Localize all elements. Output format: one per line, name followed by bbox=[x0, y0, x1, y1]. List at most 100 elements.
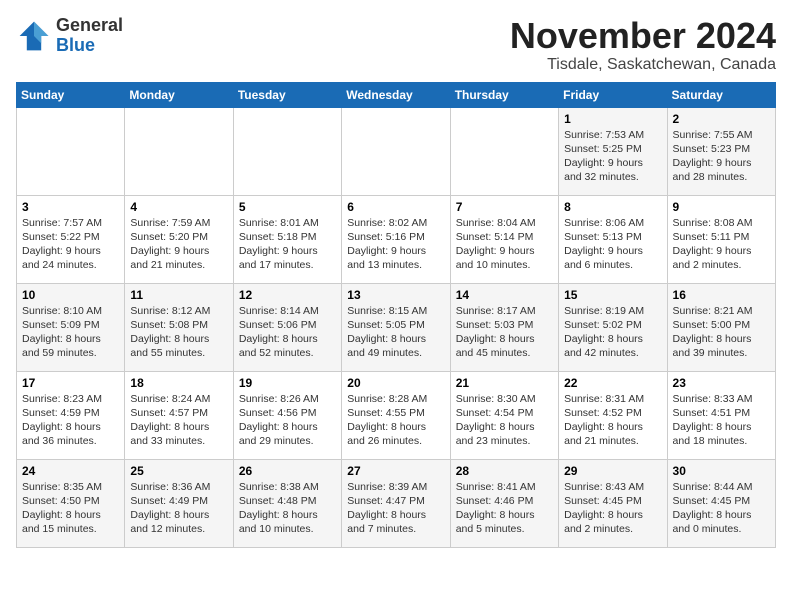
day-info: Sunrise: 8:33 AMSunset: 4:51 PMDaylight:… bbox=[673, 392, 770, 449]
calendar-cell: 29 Sunrise: 8:43 AMSunset: 4:45 PMDayligh… bbox=[559, 459, 667, 547]
calendar-cell: 16Sunrise: 8:21 AMSunset: 5:00 PMDayligh… bbox=[667, 283, 775, 371]
day-number: 21 bbox=[456, 376, 553, 390]
day-number: 10 bbox=[22, 288, 119, 302]
day-number: 7 bbox=[456, 200, 553, 214]
calendar-cell: 14 Sunrise: 8:17 AMSunset: 5:03 PMDayligh… bbox=[450, 283, 558, 371]
day-info: Sunrise: 8:14 AMSunset: 5:06 PMDaylight:… bbox=[239, 304, 336, 361]
calendar-cell: 22 Sunrise: 8:31 AMSunset: 4:52 PMDayligh… bbox=[559, 371, 667, 459]
day-number: 13 bbox=[347, 288, 444, 302]
day-info: Sunrise: 8:35 AMSunset: 4:50 PMDaylight:… bbox=[22, 480, 119, 537]
day-number: 22 bbox=[564, 376, 661, 390]
day-info: Sunrise: 8:38 AMSunset: 4:48 PMDaylight:… bbox=[239, 480, 336, 537]
day-info: Sunrise: 8:30 AMSunset: 4:54 PMDaylight:… bbox=[456, 392, 553, 449]
day-info: Sunrise: 8:15 AMSunset: 5:05 PMDaylight:… bbox=[347, 304, 444, 361]
day-info: Sunrise: 8:28 AMSunset: 4:55 PMDaylight:… bbox=[347, 392, 444, 449]
day-number: 29 bbox=[564, 464, 661, 478]
logo: General Blue bbox=[16, 16, 123, 56]
calendar-cell: 10 Sunrise: 8:10 AMSunset: 5:09 PMDayligh… bbox=[17, 283, 125, 371]
day-number: 6 bbox=[347, 200, 444, 214]
day-number: 19 bbox=[239, 376, 336, 390]
header-day-friday: Friday bbox=[559, 82, 667, 107]
logo-icon bbox=[16, 18, 52, 54]
day-number: 12 bbox=[239, 288, 336, 302]
header-row: SundayMondayTuesdayWednesdayThursdayFrid… bbox=[17, 82, 776, 107]
calendar-cell: 21 Sunrise: 8:30 AMSunset: 4:54 PMDayligh… bbox=[450, 371, 558, 459]
week-row-4: 24Sunrise: 8:35 AMSunset: 4:50 PMDayligh… bbox=[17, 459, 776, 547]
header-day-saturday: Saturday bbox=[667, 82, 775, 107]
calendar-cell: 3Sunrise: 7:57 AMSunset: 5:22 PMDaylight… bbox=[17, 195, 125, 283]
calendar-cell: 15 Sunrise: 8:19 AMSunset: 5:02 PMDayligh… bbox=[559, 283, 667, 371]
calendar-cell: 26 Sunrise: 8:38 AMSunset: 4:48 PMDayligh… bbox=[233, 459, 341, 547]
day-info: Sunrise: 8:12 AMSunset: 5:08 PMDaylight:… bbox=[130, 304, 227, 361]
day-info: Sunrise: 8:24 AMSunset: 4:57 PMDaylight:… bbox=[130, 392, 227, 449]
calendar-cell: 12 Sunrise: 8:14 AMSunset: 5:06 PMDayligh… bbox=[233, 283, 341, 371]
day-info: Sunrise: 8:21 AMSunset: 5:00 PMDaylight:… bbox=[673, 304, 770, 361]
calendar-table: SundayMondayTuesdayWednesdayThursdayFrid… bbox=[16, 82, 776, 548]
day-info: Sunrise: 8:06 AMSunset: 5:13 PMDaylight:… bbox=[564, 216, 661, 273]
calendar-cell: 23Sunrise: 8:33 AMSunset: 4:51 PMDayligh… bbox=[667, 371, 775, 459]
calendar-cell: 27 Sunrise: 8:39 AMSunset: 4:47 PMDayligh… bbox=[342, 459, 450, 547]
day-number: 30 bbox=[673, 464, 770, 478]
day-number: 27 bbox=[347, 464, 444, 478]
day-number: 1 bbox=[564, 112, 661, 126]
day-info: Sunrise: 8:44 AMSunset: 4:45 PMDaylight:… bbox=[673, 480, 770, 537]
day-info: Sunrise: 8:26 AMSunset: 4:56 PMDaylight:… bbox=[239, 392, 336, 449]
day-number: 25 bbox=[130, 464, 227, 478]
week-row-3: 17 Sunrise: 8:23 AMSunset: 4:59 PMDayligh… bbox=[17, 371, 776, 459]
day-number: 17 bbox=[22, 376, 119, 390]
day-number: 26 bbox=[239, 464, 336, 478]
day-info: Sunrise: 8:23 AMSunset: 4:59 PMDaylight:… bbox=[22, 392, 119, 449]
day-number: 2 bbox=[673, 112, 770, 126]
calendar-cell: 7 Sunrise: 8:04 AMSunset: 5:14 PMDaylight… bbox=[450, 195, 558, 283]
day-number: 11 bbox=[130, 288, 227, 302]
calendar-cell bbox=[17, 107, 125, 195]
day-number: 5 bbox=[239, 200, 336, 214]
calendar-cell: 9Sunrise: 8:08 AMSunset: 5:11 PMDaylight… bbox=[667, 195, 775, 283]
day-info: Sunrise: 7:55 AMSunset: 5:23 PMDaylight:… bbox=[673, 128, 770, 185]
day-number: 8 bbox=[564, 200, 661, 214]
calendar-cell: 6Sunrise: 8:02 AMSunset: 5:16 PMDaylight… bbox=[342, 195, 450, 283]
calendar-cell: 11 Sunrise: 8:12 AMSunset: 5:08 PMDayligh… bbox=[125, 283, 233, 371]
page-header: General Blue November 2024 Tisdale, Sask… bbox=[16, 16, 776, 74]
calendar-cell: 1 Sunrise: 7:53 AMSunset: 5:25 PMDaylight… bbox=[559, 107, 667, 195]
day-info: Sunrise: 7:53 AMSunset: 5:25 PMDaylight:… bbox=[564, 128, 661, 185]
header-day-wednesday: Wednesday bbox=[342, 82, 450, 107]
location: Tisdale, Saskatchewan, Canada bbox=[510, 56, 776, 74]
day-info: Sunrise: 8:10 AMSunset: 5:09 PMDaylight:… bbox=[22, 304, 119, 361]
day-number: 3 bbox=[22, 200, 119, 214]
calendar-cell: 4Sunrise: 7:59 AMSunset: 5:20 PMDaylight… bbox=[125, 195, 233, 283]
day-info: Sunrise: 8:39 AMSunset: 4:47 PMDaylight:… bbox=[347, 480, 444, 537]
calendar-cell bbox=[450, 107, 558, 195]
day-number: 18 bbox=[130, 376, 227, 390]
week-row-2: 10 Sunrise: 8:10 AMSunset: 5:09 PMDayligh… bbox=[17, 283, 776, 371]
week-row-1: 3Sunrise: 7:57 AMSunset: 5:22 PMDaylight… bbox=[17, 195, 776, 283]
week-row-0: 1 Sunrise: 7:53 AMSunset: 5:25 PMDaylight… bbox=[17, 107, 776, 195]
day-info: Sunrise: 8:41 AMSunset: 4:46 PMDaylight:… bbox=[456, 480, 553, 537]
calendar-cell: 20 Sunrise: 8:28 AMSunset: 4:55 PMDayligh… bbox=[342, 371, 450, 459]
calendar-cell: 25 Sunrise: 8:36 AMSunset: 4:49 PMDayligh… bbox=[125, 459, 233, 547]
calendar-cell: 24Sunrise: 8:35 AMSunset: 4:50 PMDayligh… bbox=[17, 459, 125, 547]
calendar-cell: 28 Sunrise: 8:41 AMSunset: 4:46 PMDayligh… bbox=[450, 459, 558, 547]
day-info: Sunrise: 7:59 AMSunset: 5:20 PMDaylight:… bbox=[130, 216, 227, 273]
day-number: 9 bbox=[673, 200, 770, 214]
calendar-cell bbox=[125, 107, 233, 195]
day-number: 14 bbox=[456, 288, 553, 302]
calendar-cell: 30 Sunrise: 8:44 AMSunset: 4:45 PMDayligh… bbox=[667, 459, 775, 547]
calendar-cell: 8 Sunrise: 8:06 AMSunset: 5:13 PMDaylight… bbox=[559, 195, 667, 283]
day-number: 15 bbox=[564, 288, 661, 302]
day-number: 28 bbox=[456, 464, 553, 478]
day-info: Sunrise: 8:19 AMSunset: 5:02 PMDaylight:… bbox=[564, 304, 661, 361]
calendar-cell: 2 Sunrise: 7:55 AMSunset: 5:23 PMDaylight… bbox=[667, 107, 775, 195]
calendar-header: SundayMondayTuesdayWednesdayThursdayFrid… bbox=[17, 82, 776, 107]
day-info: Sunrise: 8:31 AMSunset: 4:52 PMDaylight:… bbox=[564, 392, 661, 449]
header-day-monday: Monday bbox=[125, 82, 233, 107]
day-info: Sunrise: 8:43 AMSunset: 4:45 PMDaylight:… bbox=[564, 480, 661, 537]
calendar-cell: 18 Sunrise: 8:24 AMSunset: 4:57 PMDayligh… bbox=[125, 371, 233, 459]
day-info: Sunrise: 8:04 AMSunset: 5:14 PMDaylight:… bbox=[456, 216, 553, 273]
day-info: Sunrise: 8:36 AMSunset: 4:49 PMDaylight:… bbox=[130, 480, 227, 537]
header-day-tuesday: Tuesday bbox=[233, 82, 341, 107]
day-info: Sunrise: 8:17 AMSunset: 5:03 PMDaylight:… bbox=[456, 304, 553, 361]
header-day-sunday: Sunday bbox=[17, 82, 125, 107]
day-number: 20 bbox=[347, 376, 444, 390]
calendar-cell bbox=[233, 107, 341, 195]
